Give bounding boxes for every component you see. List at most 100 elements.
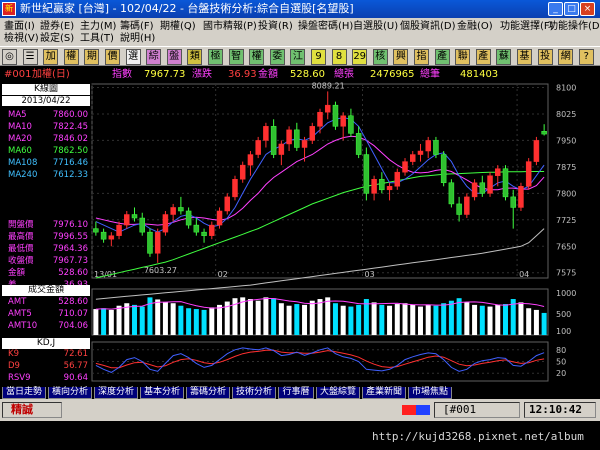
volume-bar (402, 303, 408, 335)
volume-bar (101, 308, 107, 335)
volume-bar (533, 309, 539, 335)
candle-body (417, 150, 424, 155)
candle-body (409, 154, 416, 162)
candle-body (309, 126, 316, 141)
volume-bar (487, 306, 493, 335)
candle-body (232, 178, 238, 198)
volume-bar (247, 299, 253, 335)
function-tab[interactable]: 籌碼分析 (186, 387, 230, 399)
volume-bar (518, 302, 524, 335)
volume-bar (371, 302, 377, 335)
volume-bar (116, 305, 122, 335)
price-tick-label: 7575 (556, 269, 576, 278)
volume-bar (448, 300, 454, 335)
candle-body (193, 224, 200, 233)
clock: 12:10:42 (524, 402, 596, 418)
volume-bar (132, 304, 138, 335)
function-tab[interactable]: 深度分析 (94, 387, 138, 399)
function-tab[interactable]: 產業新聞 (362, 387, 406, 399)
volume-bar (325, 297, 331, 335)
candle-body (324, 104, 331, 113)
candle-body (440, 154, 447, 184)
price-tick-label: 7800 (556, 189, 576, 198)
candle-body (224, 196, 231, 212)
app-window: 新 新世紀贏家 [台灣] - 102/04/22 - 台盤技術分析:綜合自選股[… (0, 0, 600, 450)
candle-body (448, 182, 455, 205)
volume-bar (178, 305, 184, 335)
volume-bar (348, 306, 354, 335)
low-label: 7603.27 (144, 266, 177, 275)
candle-body (216, 210, 223, 226)
candle-body (495, 168, 501, 176)
candle-body (402, 161, 408, 173)
candle-body (510, 196, 516, 208)
x-tick-label: 02 (218, 270, 228, 279)
volume-tick-label: 100 (556, 327, 571, 336)
function-tab[interactable]: 基本分析 (140, 387, 184, 399)
function-tab[interactable]: 行事曆 (278, 387, 314, 399)
volume-bar (495, 304, 501, 335)
volume-bar (278, 303, 284, 335)
function-tab[interactable]: 市場焦點 (408, 387, 452, 399)
candle-body (363, 154, 370, 194)
candle-body (394, 171, 401, 187)
volume-bar (155, 299, 161, 335)
volume-bar (108, 309, 114, 335)
volume-bar (356, 304, 362, 335)
volume-bar (240, 297, 246, 335)
price-tick-label: 7950 (556, 136, 576, 145)
candle-body (456, 203, 462, 215)
k9-line (95, 347, 545, 373)
price-tick-label: 8025 (556, 110, 576, 119)
function-tab[interactable]: 技術分析 (232, 387, 276, 399)
volume-bar (217, 304, 223, 335)
candle-body (116, 224, 122, 236)
volume-bar (294, 304, 300, 335)
candle-body (270, 126, 277, 155)
volume-tick-label: 1000 (556, 289, 576, 298)
watermark-bar: http://kujd3268.pixnet.net/album (0, 421, 600, 450)
high-label: 8089.21 (312, 81, 345, 90)
candle-body (340, 115, 346, 127)
candle-body (386, 186, 393, 191)
candle-body (355, 133, 362, 155)
candle-body (201, 231, 207, 236)
volume-bar (309, 300, 315, 335)
broker-label: 精誠 (2, 402, 62, 418)
candle-body (301, 140, 308, 148)
candle-body (541, 131, 547, 135)
volume-bar (363, 299, 369, 335)
volume-bar (541, 312, 547, 335)
candle-body (147, 231, 153, 254)
candle-body (464, 196, 470, 215)
volume-bar (425, 304, 431, 335)
candle-body (433, 140, 439, 155)
volume-bar (456, 298, 462, 335)
volume-bar (271, 298, 277, 335)
candle-body (247, 154, 254, 166)
candle-body (294, 129, 300, 148)
candle-body (209, 224, 215, 236)
candle-body (139, 217, 145, 233)
candle-body (124, 214, 130, 226)
candle-body (278, 143, 285, 155)
volume-bar (433, 305, 439, 335)
candle-body (162, 214, 169, 233)
candle-body (518, 186, 524, 208)
volume-tick-label: 500 (556, 310, 571, 319)
function-tab[interactable]: 大盤綜覽 (316, 387, 360, 399)
kd-tick-label: 80 (556, 346, 566, 355)
volume-bar (209, 307, 215, 335)
volume-bar (317, 299, 323, 335)
function-tab[interactable]: 當日走勢 (2, 387, 46, 399)
candle-body (371, 178, 377, 194)
candle-body (379, 178, 385, 191)
status-blue-indicator (416, 405, 430, 415)
volume-bar (340, 305, 346, 335)
volume-bar (441, 303, 447, 335)
volume-bar (124, 303, 130, 335)
volume-bar (502, 304, 508, 335)
candle-body (487, 175, 493, 194)
chart-area[interactable]: 8100802579507875780077257650757513/01 02 0… (0, 0, 600, 386)
function-tab[interactable]: 橫向分析 (48, 387, 92, 399)
